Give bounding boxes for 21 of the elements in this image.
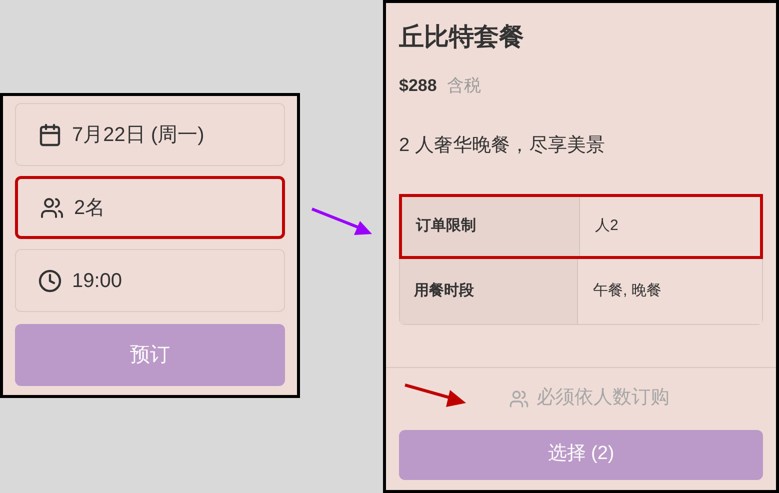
people-icon (508, 388, 528, 408)
people-icon (40, 196, 64, 220)
table-cell: 订单限制 (402, 196, 580, 256)
table-cell: 用餐时段 (400, 258, 578, 324)
tax-note: 含税 (446, 74, 481, 96)
menu-title: 丘比特套餐 (399, 22, 525, 53)
field-value: 19:00 (72, 268, 122, 294)
clock-icon (38, 268, 62, 292)
field-value: 7月22日 (周一) (72, 122, 204, 148)
menu-description: 2 人奢华晚餐，尽享美景 (399, 134, 606, 158)
date-field[interactable]: 7月22日 (周一) (15, 103, 285, 166)
guests-field[interactable]: 2名 (15, 176, 285, 239)
price: $288 (399, 74, 437, 96)
field-value: 2名 (74, 196, 106, 220)
calendar-icon (38, 122, 62, 146)
arrow-icon (310, 206, 374, 236)
table-cell-text: 人2 (594, 216, 620, 236)
table-cell-text: 午餐, 晚餐 (592, 280, 662, 301)
arrow-icon (403, 382, 467, 409)
time-field[interactable]: 19:00 (15, 249, 285, 312)
order-notice: 必须依人数订购 (536, 386, 670, 410)
